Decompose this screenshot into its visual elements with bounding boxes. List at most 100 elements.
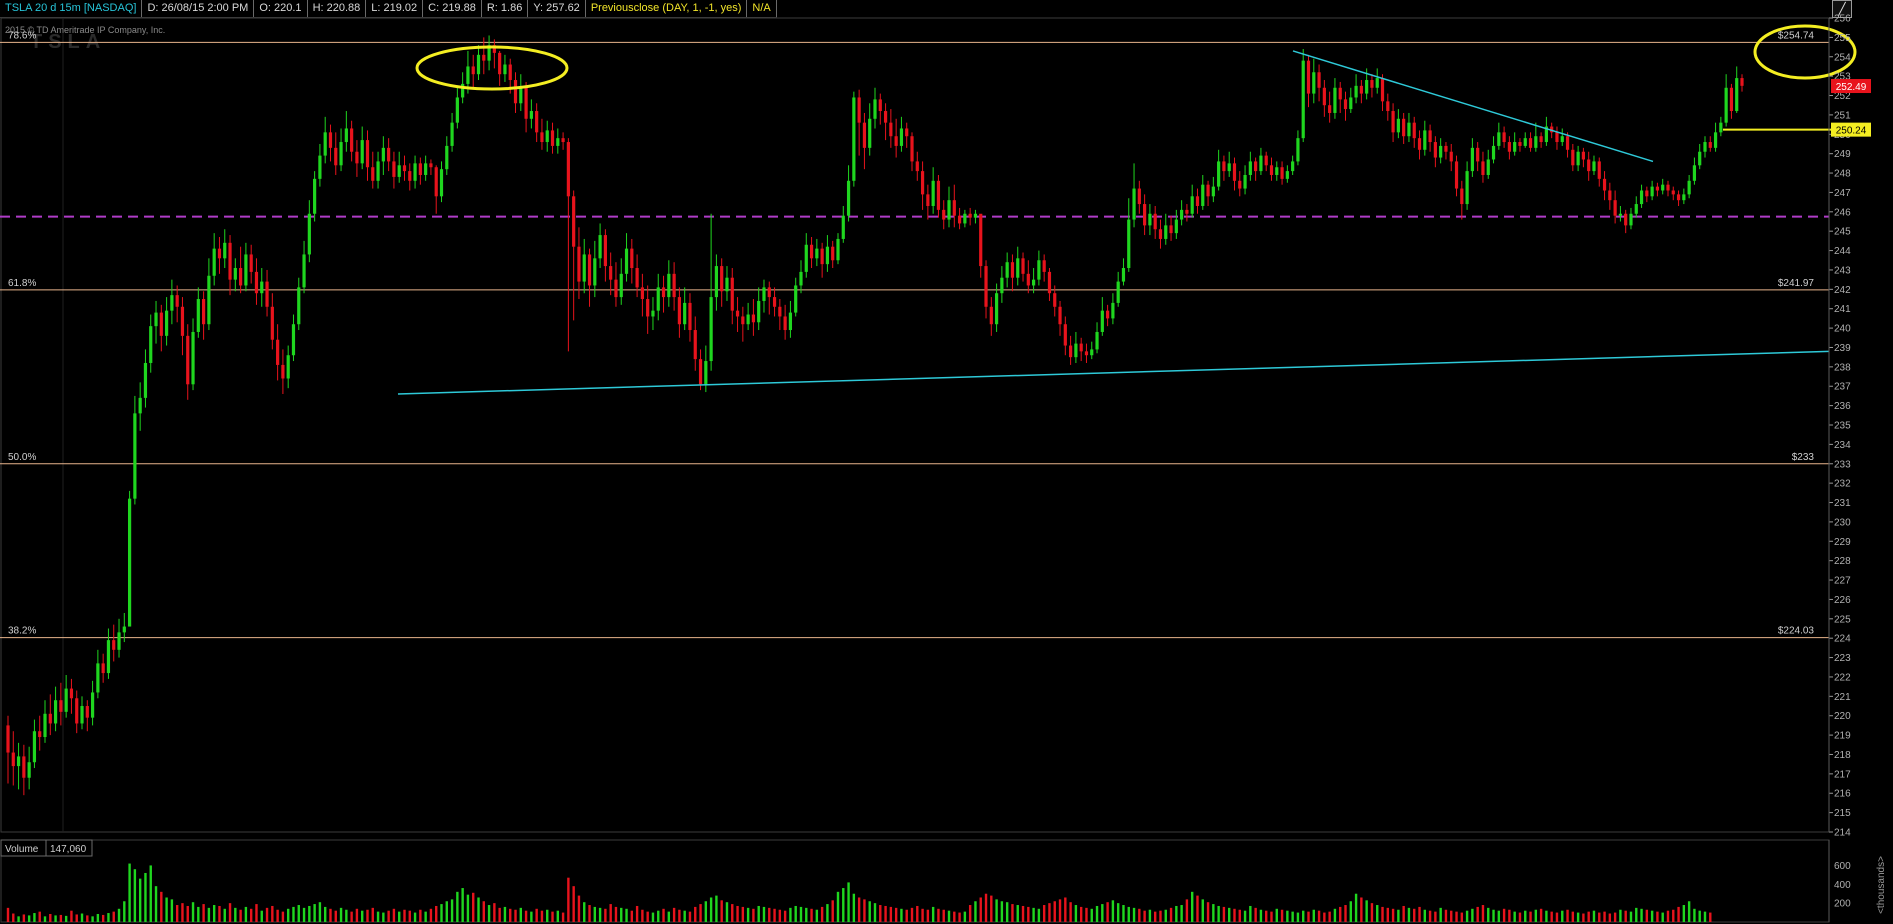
- volume-bar: [1370, 903, 1374, 922]
- candle-body: [873, 99, 877, 119]
- volume-bar: [70, 910, 73, 922]
- candle-body: [291, 324, 296, 356]
- candle-body: [1053, 293, 1057, 307]
- volume-bar: [1354, 893, 1358, 922]
- candle-body: [825, 246, 830, 265]
- y-axis-tick-label: 220: [1834, 711, 1851, 722]
- candle-body: [1460, 188, 1464, 205]
- candle-body: [566, 142, 570, 197]
- volume-bar: [1381, 906, 1384, 922]
- volume-bar: [1508, 909, 1511, 922]
- candle-body: [439, 169, 444, 197]
- volume-bar: [789, 907, 792, 922]
- candle-body: [1687, 180, 1691, 195]
- candle-body: [772, 297, 777, 307]
- volume-bar: [123, 901, 126, 922]
- volume-bar: [339, 907, 343, 922]
- candle-body: [603, 235, 607, 267]
- candle-body: [815, 248, 819, 259]
- volume-bar: [482, 901, 485, 922]
- candle-body: [334, 147, 338, 166]
- volume-bar: [445, 901, 448, 922]
- volume-bar: [662, 908, 665, 922]
- candle-body: [80, 706, 84, 724]
- volume-bar: [345, 909, 348, 922]
- fib-price-label: $254.74: [1778, 30, 1815, 41]
- volume-bar: [831, 900, 834, 922]
- candle-body: [1666, 184, 1670, 191]
- volume-bar: [1302, 910, 1305, 922]
- volume-bar: [387, 910, 390, 922]
- price-chart[interactable]: TSLA2015 © TD Ameritrade IP Company, Inc…: [0, 0, 1893, 924]
- volume-bar: [1666, 910, 1670, 922]
- candle-body: [973, 213, 978, 218]
- candle-body: [43, 713, 47, 738]
- volume-bar: [165, 897, 168, 922]
- volume-bar: [260, 910, 263, 922]
- candle-body: [498, 52, 502, 75]
- volume-bar: [995, 899, 998, 922]
- candle-body: [868, 118, 872, 148]
- y-axis-tick-label: 244: [1834, 246, 1851, 257]
- candle-body: [1180, 209, 1184, 220]
- volume-bar: [493, 903, 496, 922]
- volume-bar: [857, 897, 861, 922]
- candle-body: [402, 165, 407, 172]
- candle-body: [1291, 161, 1295, 172]
- candle-body: [1428, 130, 1432, 143]
- candle-body: [27, 762, 31, 778]
- volume-bar: [720, 900, 723, 922]
- candle-body: [931, 180, 935, 206]
- volume-bar: [498, 907, 501, 922]
- candle-body: [1328, 105, 1332, 113]
- candle-body: [1190, 196, 1194, 214]
- volume-bar: [487, 905, 491, 922]
- candle-body: [138, 397, 142, 414]
- fib-percent-label: 50.0%: [8, 452, 36, 463]
- volume-bar: [117, 908, 121, 922]
- candle-body: [1143, 204, 1147, 226]
- volume-bar: [953, 911, 956, 922]
- candle-body: [466, 66, 470, 84]
- candle-body: [1269, 165, 1274, 175]
- candle-body: [149, 326, 153, 363]
- candle-body: [598, 235, 602, 259]
- volume-bar: [255, 904, 258, 922]
- candle-body: [1349, 97, 1353, 110]
- volume-bar: [1085, 907, 1088, 922]
- volume-bar: [625, 908, 628, 922]
- volume-bar: [1545, 910, 1548, 922]
- candle-body: [1407, 122, 1411, 137]
- candle-body: [1449, 151, 1453, 162]
- volume-bar: [6, 907, 10, 922]
- y-axis-tick-label: 224: [1834, 634, 1851, 645]
- candle-body: [1158, 229, 1163, 239]
- volume-bar: [1233, 908, 1236, 922]
- y-axis-tick-label: 238: [1834, 362, 1851, 373]
- volume-bar: [1481, 905, 1485, 922]
- volume-bar: [1180, 905, 1183, 922]
- volume-bar: [302, 907, 306, 922]
- y-axis-tick-label: 218: [1834, 750, 1851, 761]
- candle-body: [529, 111, 533, 119]
- candle-body: [720, 266, 724, 292]
- volume-bar: [1635, 907, 1638, 922]
- volume-bar: [218, 905, 221, 922]
- volume-bar: [239, 909, 242, 922]
- candle-body: [1174, 219, 1178, 234]
- candle-body: [1169, 225, 1173, 234]
- volume-bar: [149, 865, 152, 922]
- candle-body: [1587, 159, 1591, 172]
- candle-body: [1000, 277, 1004, 294]
- fib-percent-label: 61.8%: [8, 278, 36, 289]
- candle-body: [339, 142, 343, 166]
- candle-body: [572, 196, 576, 247]
- candle-body: [693, 330, 697, 360]
- candle-body: [1222, 161, 1226, 172]
- candle-body: [635, 268, 639, 288]
- volume-bar: [75, 914, 78, 922]
- volume-axis-label: 600: [1834, 861, 1851, 872]
- candle-body: [1058, 306, 1062, 325]
- y-axis-tick-label: 227: [1834, 576, 1851, 587]
- candle-body: [1481, 161, 1485, 175]
